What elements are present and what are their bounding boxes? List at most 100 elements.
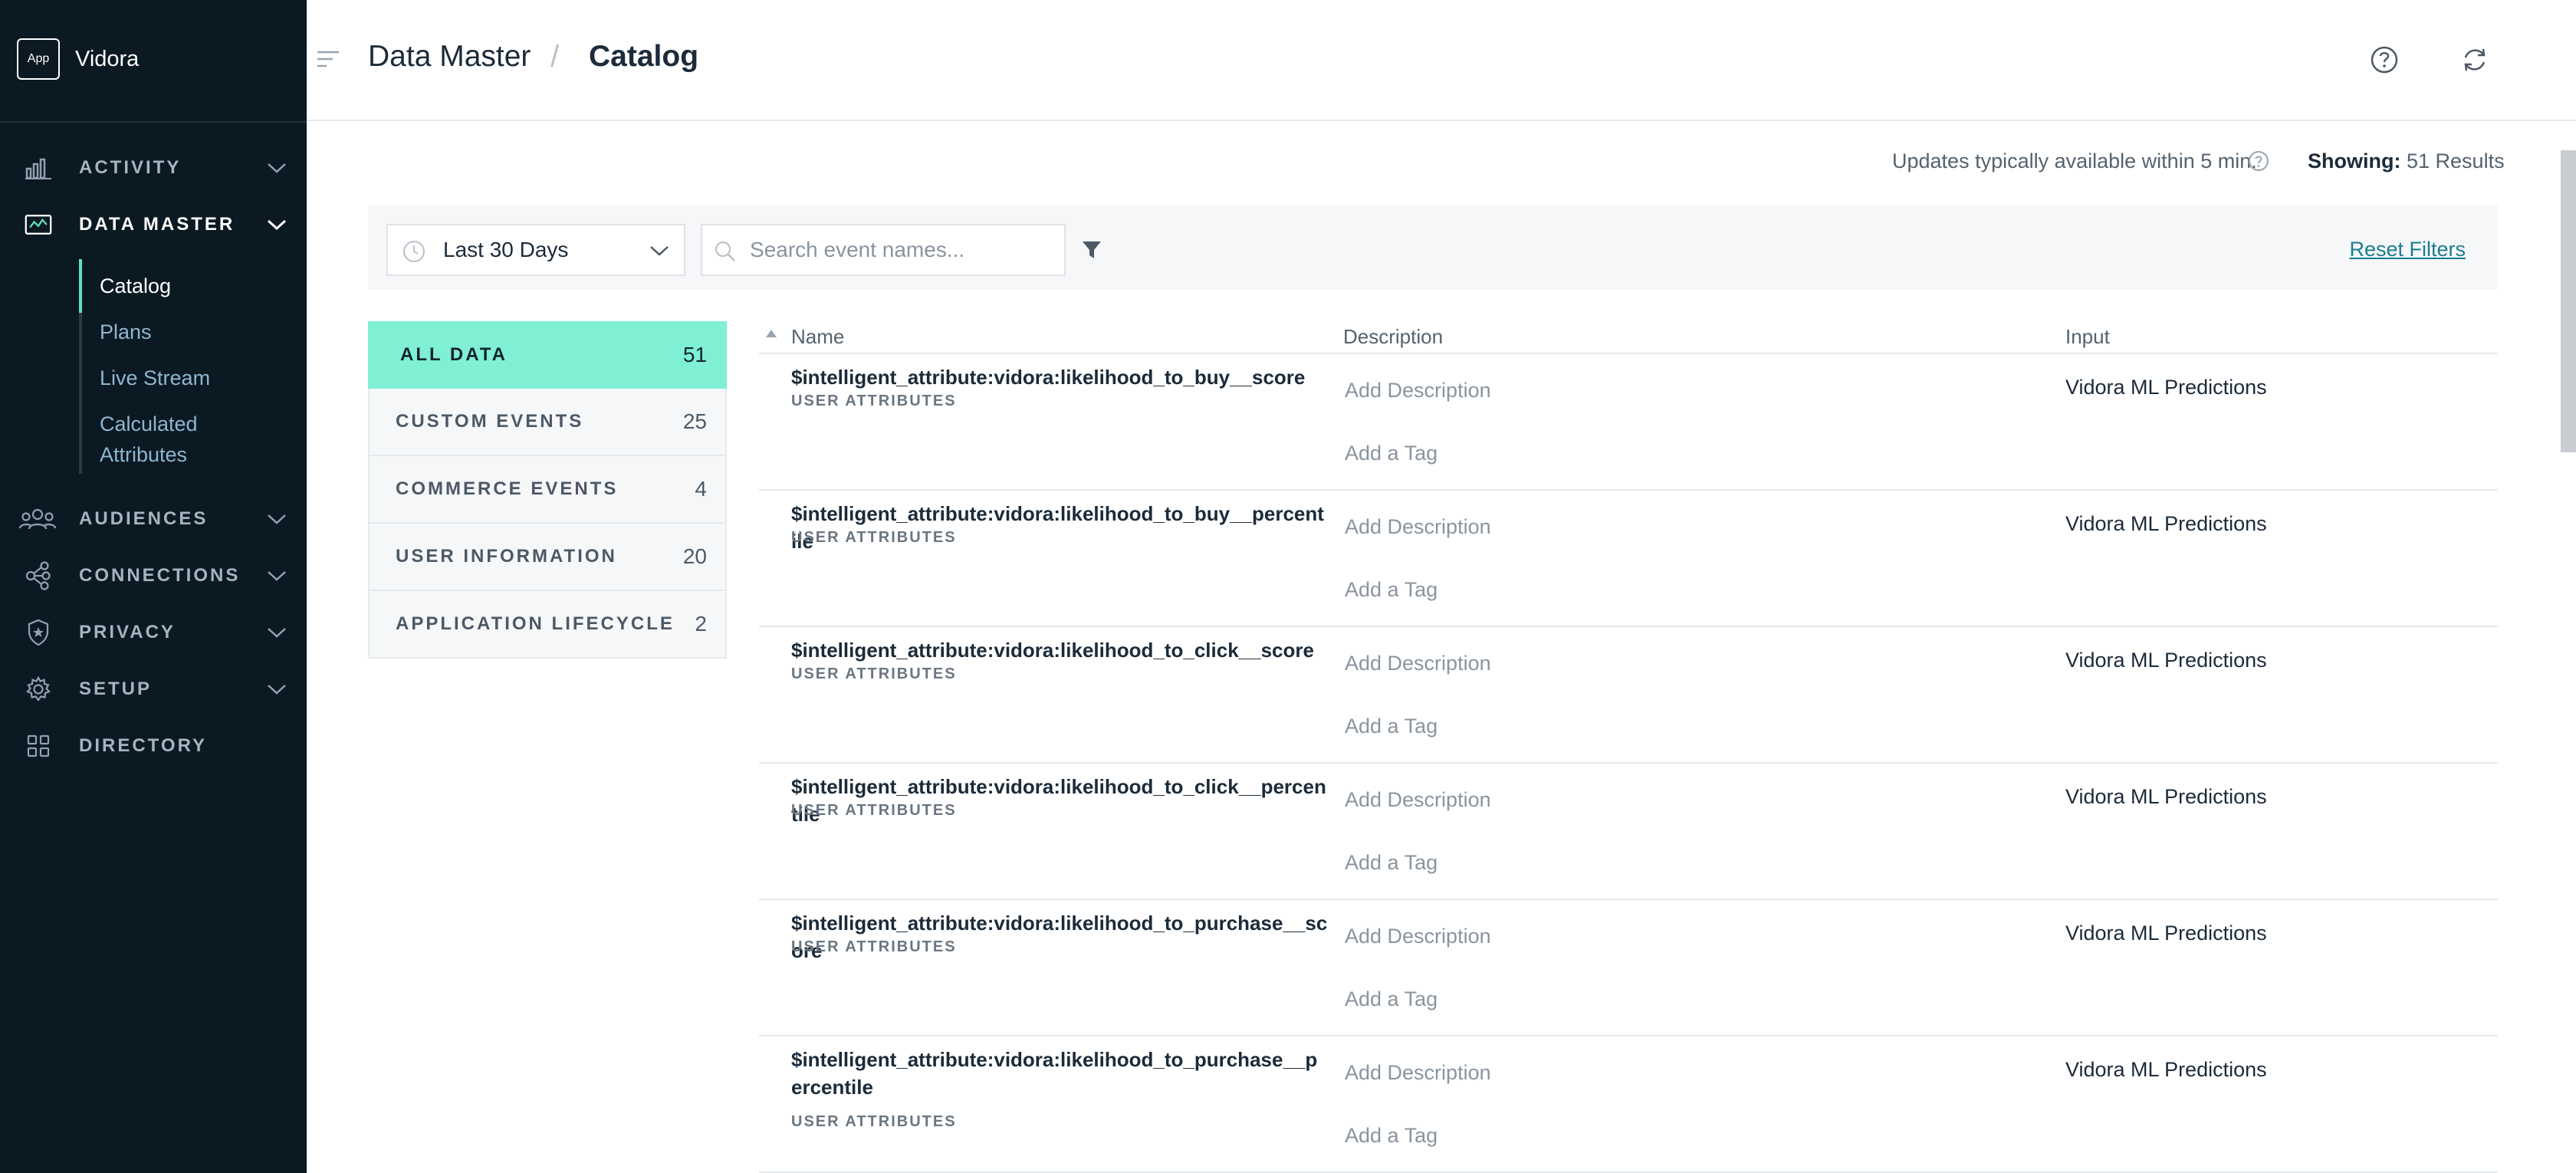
refresh-icon[interactable] [2459, 44, 2490, 75]
event-name[interactable]: $intelligent_attribute:vidora:likelihood… [791, 363, 1328, 391]
event-input: Vidora ML Predictions [2065, 376, 2267, 399]
sidebar-item-connections[interactable]: CONNECTIONS [0, 553, 307, 599]
search-box [701, 224, 1066, 276]
add-description-field[interactable]: Add Description [1345, 1061, 1491, 1085]
subnav-item-plans[interactable]: Plans [100, 317, 152, 347]
event-name[interactable]: $intelligent_attribute:vidora:likelihood… [791, 773, 1328, 828]
category-custom-events[interactable]: CUSTOM EVENTS 25 [368, 389, 727, 456]
breadcrumb-separator: / [550, 40, 560, 74]
data-master-icon [25, 211, 52, 238]
sort-ascending-icon[interactable] [765, 328, 777, 337]
column-header-description: Description [1343, 325, 1444, 348]
event-name[interactable]: $intelligent_attribute:vidora:likelihood… [791, 500, 1328, 555]
table-row[interactable]: $intelligent_attribute:vidora:likelihood… [759, 491, 2498, 627]
search-input[interactable] [750, 235, 1056, 265]
chevron-down-icon [266, 682, 288, 697]
category-count: 4 [695, 477, 707, 501]
event-type: USER ATTRIBUTES [791, 1113, 957, 1130]
chevron-down-icon [266, 160, 288, 176]
add-description-field[interactable]: Add Description [1345, 652, 1491, 675]
subnav-item-catalog[interactable]: Catalog [100, 271, 171, 301]
chevron-down-icon [266, 217, 288, 232]
event-type: USER ATTRIBUTES [791, 802, 957, 819]
category-label: CUSTOM EVENTS [396, 411, 584, 432]
sidebar-item-directory[interactable]: DIRECTORY [0, 723, 307, 769]
catalog-table: Name Description Input $intelligent_attr… [759, 317, 2498, 1173]
sidebar-item-setup[interactable]: SETUP [0, 666, 307, 712]
chevron-down-icon [266, 511, 288, 527]
sidebar-item-label: ACTIVITY [79, 157, 182, 178]
event-name[interactable]: $intelligent_attribute:vidora:likelihood… [791, 636, 1328, 664]
event-type: USER ATTRIBUTES [791, 665, 957, 682]
add-description-field[interactable]: Add Description [1345, 515, 1491, 539]
add-description-field[interactable]: Add Description [1345, 788, 1491, 812]
category-commerce-events[interactable]: COMMERCE EVENTS 4 [368, 456, 727, 524]
help-circle-icon[interactable] [2248, 150, 2269, 172]
sidebar-item-privacy[interactable]: PRIVACY [0, 610, 307, 656]
reset-filters-link[interactable]: Reset Filters [2349, 238, 2466, 261]
chevron-down-icon [649, 244, 670, 259]
showing-value: 51 Results [2407, 150, 2505, 172]
gear-icon [25, 675, 52, 703]
table-header: Name Description Input [759, 317, 2498, 354]
table-row[interactable]: $intelligent_attribute:vidora:likelihood… [759, 900, 2498, 1037]
category-count: 20 [682, 544, 707, 568]
page-title: Catalog [589, 40, 699, 73]
brand-name: Vidora [75, 46, 140, 71]
event-input: Vidora ML Predictions [2065, 512, 2267, 535]
category-label: ALL DATA [400, 344, 508, 365]
subnav-item-calculated-attributes[interactable]: Calculated [100, 409, 198, 439]
collapse-sidebar-icon[interactable] [316, 48, 340, 71]
event-name[interactable]: $intelligent_attribute:vidora:likelihood… [791, 1046, 1328, 1101]
sidebar-item-label: SETUP [79, 678, 153, 699]
sidebar-item-label: DATA MASTER [79, 214, 235, 235]
sidebar-item-audiences[interactable]: AUDIENCES [0, 496, 307, 542]
users-icon [18, 505, 57, 533]
category-application-lifecycle[interactable]: APPLICATION LIFECYCLE 2 [368, 591, 727, 659]
column-header-name[interactable]: Name [791, 325, 844, 349]
category-count: 51 [682, 343, 707, 366]
sidebar-item-activity[interactable]: ACTIVITY [0, 145, 307, 191]
help-icon[interactable] [2369, 44, 2400, 75]
sidebar-item-label: AUDIENCES [79, 508, 209, 529]
sidebar: App Vidora ACTIVITY DATA MASTER Catalog … [0, 0, 307, 1173]
event-input: Vidora ML Predictions [2065, 1058, 2267, 1081]
add-tag-field[interactable]: Add a Tag [1345, 442, 1438, 465]
add-description-field[interactable]: Add Description [1345, 925, 1491, 948]
subnav-item-calculated-attributes-line2[interactable]: Attributes [100, 439, 187, 470]
event-name[interactable]: $intelligent_attribute:vidora:likelihood… [791, 909, 1328, 964]
table-row[interactable]: $intelligent_attribute:vidora:likelihood… [759, 1037, 2498, 1173]
add-tag-field[interactable]: Add a Tag [1345, 987, 1438, 1011]
connections-icon [25, 561, 52, 590]
scrollbar-thumb[interactable] [2561, 150, 2576, 452]
category-label: COMMERCE EVENTS [396, 478, 619, 499]
date-range-value: Last 30 Days [443, 238, 569, 261]
category-user-information[interactable]: USER INFORMATION 20 [368, 524, 727, 591]
add-tag-field[interactable]: Add a Tag [1345, 1124, 1438, 1148]
subnav-item-live-stream[interactable]: Live Stream [100, 363, 210, 393]
table-row[interactable]: $intelligent_attribute:vidora:likelihood… [759, 764, 2498, 900]
add-tag-field[interactable]: Add a Tag [1345, 715, 1438, 738]
grid-icon [25, 732, 52, 760]
clock-icon [402, 239, 426, 264]
filter-icon[interactable] [1081, 239, 1102, 261]
event-type: USER ATTRIBUTES [791, 393, 957, 409]
category-list: ALL DATA 51 CUSTOM EVENTS 25 COMMERCE EV… [368, 321, 727, 659]
table-row[interactable]: $intelligent_attribute:vidora:likelihood… [759, 354, 2498, 491]
bar-chart-icon [25, 154, 52, 182]
main-content: Updates typically available within 5 min… [307, 123, 2576, 1173]
shield-icon [25, 619, 52, 646]
add-tag-field[interactable]: Add a Tag [1345, 851, 1438, 875]
table-row[interactable]: $intelligent_attribute:vidora:likelihood… [759, 627, 2498, 764]
breadcrumb-data-master[interactable]: Data Master [368, 40, 531, 74]
date-range-select[interactable]: Last 30 Days [386, 224, 685, 276]
event-input: Vidora ML Predictions [2065, 785, 2267, 808]
sidebar-item-data-master[interactable]: DATA MASTER [0, 202, 307, 248]
add-tag-field[interactable]: Add a Tag [1345, 578, 1438, 602]
category-all-data[interactable]: ALL DATA 51 [368, 321, 727, 389]
updates-note: Updates typically available within 5 min… [1892, 150, 2257, 172]
brand[interactable]: App Vidora [17, 38, 139, 80]
add-description-field[interactable]: Add Description [1345, 379, 1491, 402]
filter-bar: Last 30 Days Reset Filters [368, 205, 2498, 290]
event-input: Vidora ML Predictions [2065, 649, 2267, 672]
